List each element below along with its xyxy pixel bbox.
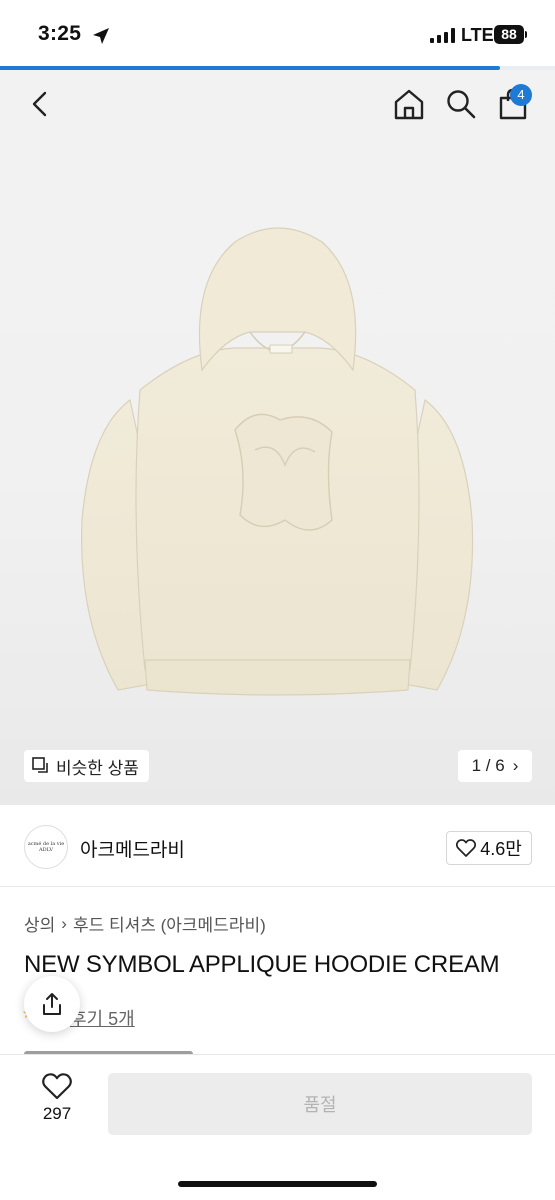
wish-count: 297 [42, 1104, 72, 1123]
breadcrumb-separator: › [61, 913, 67, 933]
home-button[interactable] [391, 86, 427, 122]
product-gallery[interactable]: 4 비슷한 상품 1 / 6 › [0, 70, 555, 805]
sold-out-button[interactable]: 품절 [108, 1073, 532, 1135]
similar-products-button[interactable]: 비슷한 상품 [24, 750, 149, 782]
brand-like-button[interactable]: 4.6만 [446, 831, 532, 865]
bottom-action-bar: 297 품절 [0, 1054, 555, 1200]
product-image-hoodie[interactable] [70, 220, 485, 710]
overlap-squares-icon [32, 757, 48, 773]
review-count-link[interactable]: 후기 5개 [70, 1005, 135, 1031]
share-icon [43, 993, 61, 1015]
battery-nub [525, 31, 527, 38]
search-button[interactable] [444, 86, 478, 122]
heart-icon [456, 839, 477, 857]
breadcrumb: 상의 › 후드 티셔츠 (아크메드라비) [24, 911, 266, 936]
share-button[interactable] [24, 976, 80, 1032]
battery-icon: 88 [494, 25, 524, 44]
brand-name[interactable]: 아크메드라비 [80, 835, 185, 862]
brand-row[interactable]: acmé de la vie ADLV 아크메드라비 4.6만 [0, 805, 555, 887]
location-arrow-icon [93, 28, 109, 44]
similar-products-label: 비슷한 상품 [56, 758, 139, 778]
home-icon [394, 89, 424, 120]
home-indicator[interactable] [178, 1181, 377, 1187]
search-icon [447, 90, 476, 119]
cellular-signal-icon [430, 28, 455, 43]
heart-icon [42, 1073, 72, 1100]
wish-button[interactable]: 297 [28, 1073, 86, 1133]
chevron-right-icon: › [512, 756, 519, 775]
back-arrow-icon [32, 91, 47, 117]
status-time: 3:25 [38, 22, 82, 45]
image-page-indicator[interactable]: 1 / 6 › [458, 750, 532, 782]
brand-logo[interactable]: acmé de la vie ADLV [24, 825, 68, 869]
image-page-count: 1 / 6 [471, 756, 505, 775]
breadcrumb-category[interactable]: 상의 [24, 911, 55, 936]
status-bar: 3:25 LTE 88 [0, 0, 555, 66]
brand-like-count: 4.6만 [480, 839, 522, 859]
back-button[interactable] [24, 88, 56, 120]
breadcrumb-subcategory[interactable]: 후드 티셔츠 (아크메드라비) [73, 911, 266, 936]
cart-count-badge: 4 [510, 84, 532, 106]
product-title: NEW SYMBOL APPLIQUE HOODIE CREAM [24, 951, 500, 978]
brand-logo-line2: ADLV [39, 847, 53, 853]
network-type: LTE [461, 25, 494, 45]
